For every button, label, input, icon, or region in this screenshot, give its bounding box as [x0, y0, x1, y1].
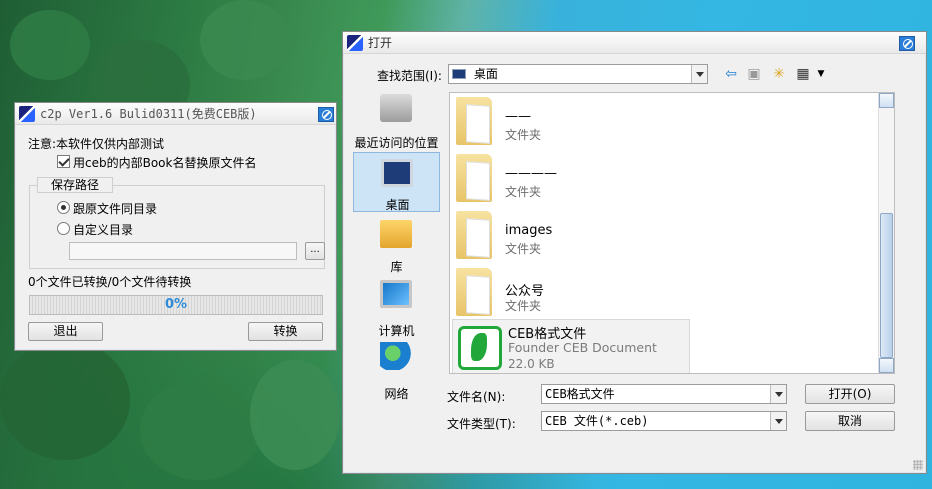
folder-icon: [456, 211, 492, 259]
filetype-select[interactable]: CEB 文件(*.ceb): [541, 411, 787, 431]
c2p-titlebar: c2p Ver1.6 Bulid0311(免费CEB版): [15, 103, 336, 125]
scroll-up-icon[interactable]: [879, 93, 894, 108]
app-icon: [347, 34, 363, 51]
progress-bar: 0%: [29, 295, 323, 315]
c2p-window: c2p Ver1.6 Bulid0311(免费CEB版) 注意:本软件仅供内部测…: [14, 102, 337, 351]
place-library[interactable]: 库: [353, 214, 440, 274]
notice-text: 注意:本软件仅供内部测试: [28, 137, 165, 151]
close-icon[interactable]: [899, 36, 915, 51]
recent-places-icon: [380, 94, 412, 122]
open-dialog-title: 打开: [368, 36, 393, 50]
chevron-down-icon[interactable]: [691, 65, 707, 83]
use-book-name-label: 用ceb的内部Book名替换原文件名: [73, 156, 257, 170]
file-name: images: [505, 223, 553, 238]
open-dialog: 打开 查找范围(I): 桌面 ⇦ ▣ ✳ ▦ ▼ 最近访问的位置 桌面 库 计算…: [342, 31, 927, 474]
file-type: 文件夹: [505, 242, 542, 256]
list-item[interactable]: images 文件夹: [450, 207, 880, 263]
filetype-label: 文件类型(T):: [447, 417, 516, 431]
radio-custom-dir[interactable]: [57, 222, 70, 235]
place-computer[interactable]: 计算机: [353, 278, 440, 338]
list-item[interactable]: —— 文件夹: [450, 93, 880, 149]
filename-input[interactable]: CEB格式文件: [541, 384, 787, 404]
scrollbar-thumb[interactable]: [880, 213, 893, 358]
look-in-label: 查找范围(I):: [377, 69, 442, 83]
browse-button[interactable]: ...: [305, 242, 325, 260]
vertical-scrollbar[interactable]: [878, 93, 894, 373]
close-icon[interactable]: [318, 107, 334, 122]
folder-icon: [456, 97, 492, 145]
progress-text: 0%: [164, 297, 188, 312]
filename-label: 文件名(N):: [447, 390, 506, 404]
back-arrow-icon[interactable]: ⇦: [723, 66, 739, 82]
ceb-file-icon: [458, 326, 502, 370]
place-desktop[interactable]: 桌面: [353, 152, 440, 212]
open-button[interactable]: 打开(O): [805, 384, 895, 404]
app-icon: [19, 105, 35, 122]
place-desktop-label: 桌面: [385, 198, 410, 212]
file-type: 文件夹: [505, 185, 542, 199]
up-folder-icon[interactable]: ▣: [746, 66, 762, 82]
view-menu-icon[interactable]: ▦: [795, 66, 811, 82]
chevron-down-icon[interactable]: ▼: [813, 66, 829, 82]
c2p-title: c2p Ver1.6 Bulid0311(免费CEB版): [40, 107, 257, 121]
resize-grip-icon[interactable]: [913, 460, 923, 470]
save-path-group-label: 保存路径: [37, 177, 113, 193]
scroll-down-icon[interactable]: [879, 358, 894, 373]
look-in-combobox[interactable]: 桌面: [448, 64, 708, 84]
file-size: 22.0 KB: [508, 357, 555, 371]
chevron-down-icon[interactable]: [770, 385, 786, 403]
place-recent-label: 最近访问的位置: [354, 136, 439, 150]
radio-same-dir[interactable]: [57, 201, 70, 214]
radio-same-dir-label: 跟原文件同目录: [73, 202, 158, 216]
places-bar: 最近访问的位置 桌面 库 计算机 网络: [353, 92, 440, 405]
desktop-icon: [381, 159, 413, 187]
place-recent[interactable]: 最近访问的位置: [353, 92, 440, 152]
folder-icon: [456, 154, 492, 202]
filename-value: CEB格式文件: [545, 387, 615, 401]
place-library-label: 库: [390, 260, 403, 274]
folder-icon: [456, 268, 492, 316]
file-list[interactable]: —— 文件夹 ———— 文件夹 images 文件夹 公众号 文件夹 CEB格式…: [449, 92, 895, 374]
conversion-status: 0个文件已转换/0个文件待转换: [28, 275, 192, 289]
network-icon: [380, 342, 412, 370]
custom-dir-input[interactable]: [69, 242, 297, 260]
file-type: 文件夹: [505, 299, 542, 313]
cancel-button[interactable]: 取消: [805, 411, 895, 431]
file-name: ————: [505, 166, 557, 181]
desktop-icon: [452, 69, 466, 79]
filetype-value: CEB 文件(*.ceb): [545, 414, 649, 428]
chevron-down-icon[interactable]: [770, 412, 786, 430]
convert-button[interactable]: 转换: [248, 322, 323, 341]
look-in-value: 桌面: [473, 67, 498, 81]
list-item[interactable]: ———— 文件夹: [450, 150, 880, 206]
list-item[interactable]: 公众号 文件夹: [450, 264, 880, 320]
new-folder-icon[interactable]: ✳: [771, 66, 787, 82]
exit-button[interactable]: 退出: [28, 322, 103, 341]
place-computer-label: 计算机: [378, 324, 415, 338]
file-type: 文件夹: [505, 128, 542, 142]
use-book-name-checkbox[interactable]: [57, 155, 70, 168]
open-dialog-titlebar: 打开: [343, 32, 926, 54]
file-type: Founder CEB Document: [508, 340, 657, 355]
place-network[interactable]: 网络: [353, 340, 440, 401]
list-item-selected[interactable]: CEB格式文件 Founder CEB Document 22.0 KB: [452, 319, 690, 373]
place-network-label: 网络: [384, 387, 409, 401]
radio-custom-dir-label: 自定义目录: [73, 223, 134, 237]
file-name: ——: [505, 109, 531, 124]
library-icon: [380, 220, 412, 248]
computer-icon: [380, 280, 412, 308]
